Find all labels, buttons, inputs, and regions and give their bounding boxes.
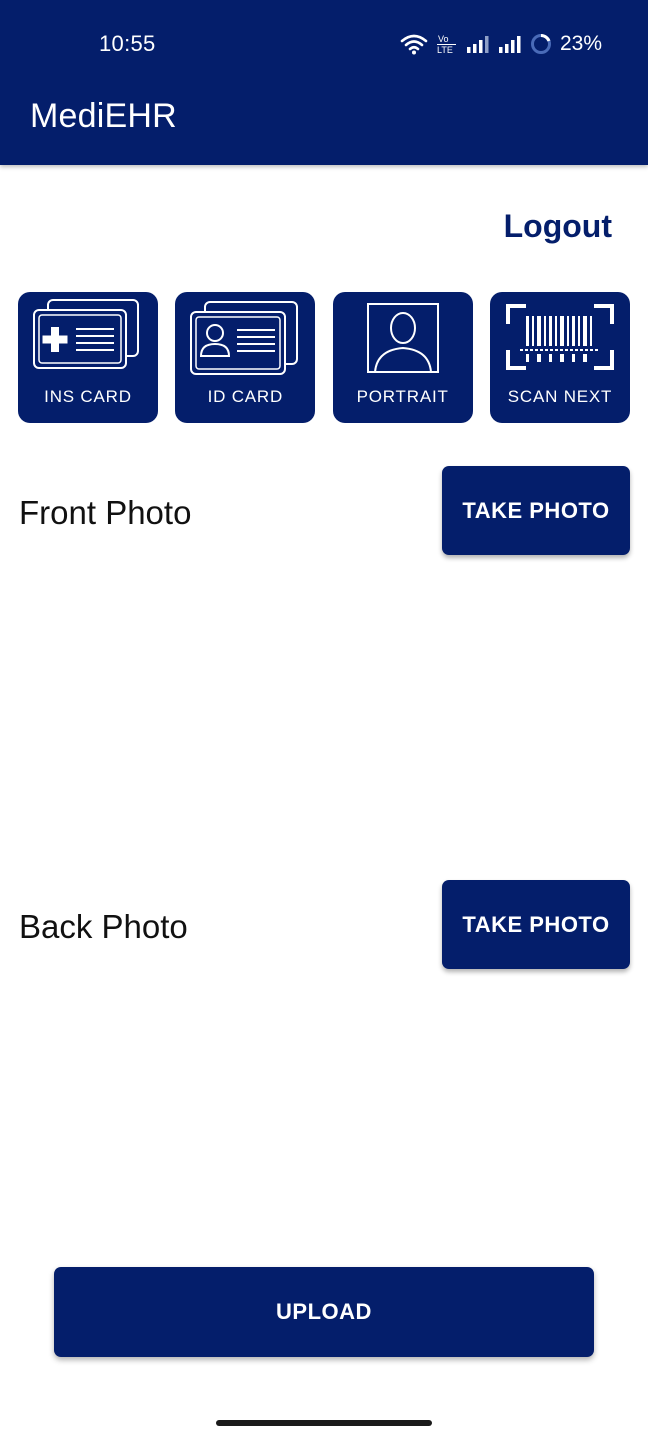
tile-label: PORTRAIT <box>356 387 449 406</box>
status-icons: Vo LTE 23% <box>400 30 602 58</box>
logout-link[interactable]: Logout <box>504 208 612 245</box>
home-indicator[interactable] <box>216 1420 432 1426</box>
tile-label: ID CARD <box>207 387 284 406</box>
app-title: MediEHR <box>30 97 177 135</box>
insurance-card-icon <box>33 299 139 369</box>
portrait-icon <box>366 303 439 373</box>
front-take-photo-button[interactable]: TAKE PHOTO <box>442 466 630 555</box>
svg-text:Vo: Vo <box>438 34 449 44</box>
scan-next-tile[interactable]: SCAN NEXT <box>489 292 630 423</box>
action-tiles: INS CARD ID CARD PORTRAIT SCAN NEXT <box>18 292 630 423</box>
barcode-scan-icon <box>505 304 614 370</box>
tile-label: SCAN NEXT <box>507 387 613 406</box>
tile-label: INS CARD <box>44 387 132 406</box>
front-photo-label: Front Photo <box>19 494 192 531</box>
wifi-icon <box>400 34 428 55</box>
status-time: 10:55 <box>99 31 156 56</box>
signal-icon <box>466 36 489 53</box>
app-header: 10:55 Vo LTE 23% MediEHR <box>0 0 648 165</box>
signal-icon <box>498 36 521 53</box>
battery-ring-icon <box>530 33 551 54</box>
id-card-icon <box>190 301 299 375</box>
portrait-tile[interactable]: PORTRAIT <box>332 292 473 423</box>
back-photo-label: Back Photo <box>19 908 188 945</box>
battery-percent: 23% <box>559 32 602 55</box>
id-card-tile[interactable]: ID CARD <box>175 292 316 423</box>
ins-card-tile[interactable]: INS CARD <box>18 292 158 423</box>
upload-button[interactable]: UPLOAD <box>54 1267 594 1357</box>
volte-icon: Vo LTE <box>436 34 456 55</box>
svg-text:LTE: LTE <box>437 45 453 55</box>
back-take-photo-button[interactable]: TAKE PHOTO <box>442 880 630 969</box>
